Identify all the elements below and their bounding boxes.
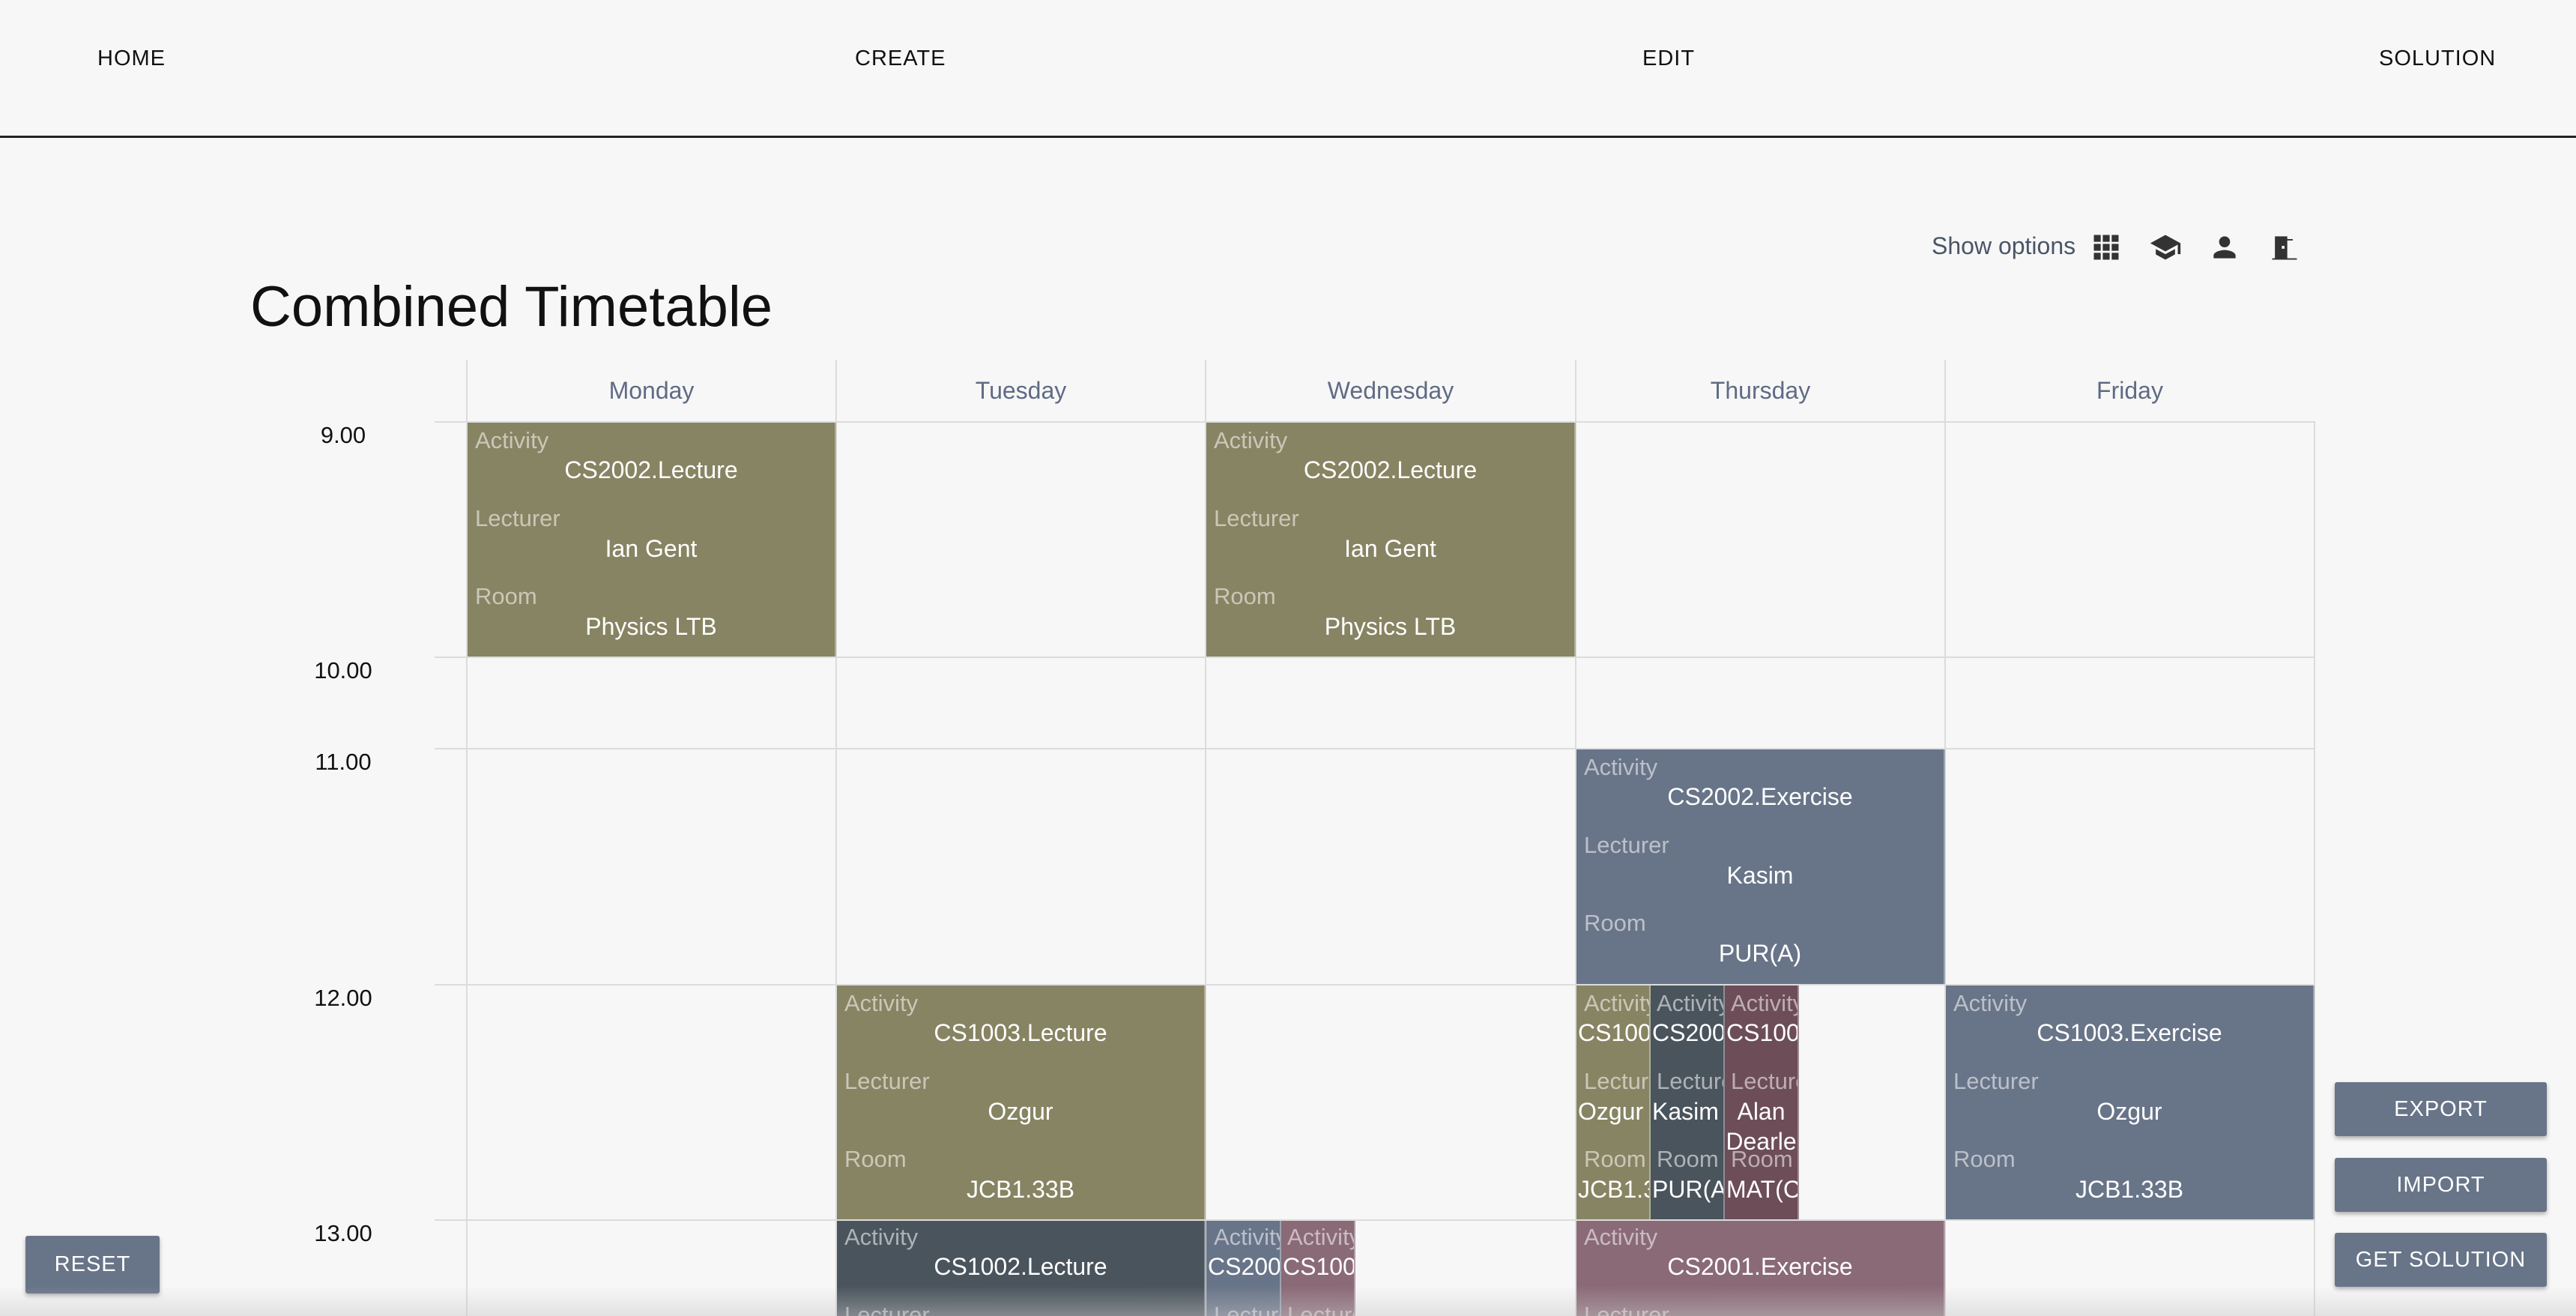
lecturer-label: Lecturer (1953, 1068, 2039, 1094)
activity-value: CS1003.Lecture (934, 1019, 1107, 1046)
page-title: Combined Timetable (250, 275, 773, 339)
room-value: PUR(A (1652, 1176, 1725, 1203)
graduation-cap-icon[interactable] (2149, 231, 2182, 264)
grid-line (435, 748, 2315, 749)
room-value: JCB1.33B (2075, 1176, 2184, 1203)
activity-label: Activity (844, 1224, 919, 1250)
room-label: Room (1657, 1146, 1719, 1172)
lecturer-label: Lecturer (475, 505, 560, 531)
event-card[interactable]: Activity CS100 Lecturer Alan Dearle Room… (1725, 986, 1799, 1219)
event-card[interactable]: Activity CS1003.Exercise Lecturer Ozgur … (1946, 986, 2315, 1219)
lecturer-label: Lecturer (1584, 1068, 1649, 1094)
activity-value: CS2001.Exercise (1667, 1253, 1853, 1280)
room-label: Room (1731, 1146, 1793, 1172)
activity-label: Activity (1287, 1224, 1355, 1250)
activity-label: Activity (1584, 990, 1651, 1016)
activity-label: Activity (1657, 990, 1725, 1016)
event-card[interactable]: Activity CS100 Lecturer Ozgur Room JCB1.… (1576, 986, 1651, 1219)
room-label: Room (475, 583, 537, 609)
day-header-thursday: Thursday (1710, 377, 1811, 404)
activity-label: Activity (1584, 1224, 1658, 1250)
day-header-tuesday: Tuesday (975, 377, 1067, 404)
event-card[interactable]: Activity CS2002.Exercise Lecturer Kasim … (1576, 749, 1945, 984)
room-label: Room (1953, 1146, 2016, 1172)
lecturer-value: Ian Gent (1344, 535, 1436, 562)
lecturer-label: Lecturer (1214, 505, 1299, 531)
lecturer-value: Ozgur (2096, 1098, 2162, 1125)
activity-label: Activity (844, 990, 919, 1016)
room-label: Room (1584, 910, 1646, 936)
activity-label: Activity (475, 427, 549, 453)
time-label-12: 12.00 (314, 985, 372, 1011)
activity-value: CS200 (1208, 1253, 1281, 1280)
activity-value: CS100 (1726, 1019, 1799, 1046)
lecturer-label: Lecturer (1584, 832, 1669, 858)
lecturer-label: Lecturer (844, 1068, 930, 1094)
activity-value: CS1002.Lecture (934, 1253, 1107, 1280)
get-solution-button[interactable]: GET SOLUTION (2335, 1233, 2547, 1287)
lecturer-label: Lecturer (1657, 1068, 1723, 1094)
import-button[interactable]: IMPORT (2335, 1158, 2547, 1212)
grid-icon[interactable] (2090, 231, 2123, 264)
nav-create-link[interactable]: CREATE (855, 46, 946, 71)
time-label-9: 9.00 (320, 422, 366, 448)
event-card[interactable]: Activity CS2002.Lecture Lecturer Ian Gen… (1206, 423, 1576, 657)
room-label: Room (1584, 1146, 1646, 1172)
reset-button[interactable]: RESET (25, 1236, 160, 1294)
grid-line (435, 657, 2315, 658)
time-label-10: 10.00 (314, 657, 372, 683)
lecturer-value: Ozgur (988, 1098, 1053, 1125)
nav-solution-link[interactable]: SOLUTION (2379, 46, 2496, 71)
time-label-13: 13.00 (314, 1220, 372, 1246)
activity-label: Activity (1214, 1224, 1281, 1250)
activity-value: CS100 (1283, 1253, 1355, 1280)
room-value: Physics LTB (1324, 613, 1457, 640)
room-label: Room (844, 1146, 907, 1172)
day-header-friday: Friday (2096, 377, 2163, 404)
lecturer-label: Lecturer (1731, 1068, 1798, 1094)
event-card[interactable]: Activity CS200 Lecturer Kasim Room PUR(A (1651, 986, 1725, 1219)
scroll-fade (0, 1286, 2576, 1316)
day-header-wednesday: Wednesday (1327, 377, 1454, 404)
room-value: PUR(A) (1718, 940, 1802, 967)
activity-label: Activity (1731, 990, 1799, 1016)
grid-line (435, 1219, 2315, 1221)
day-header-monday: Monday (608, 377, 695, 404)
activity-value: CS2002.Exercise (1667, 783, 1853, 810)
lecturer-value: Kasim (1652, 1098, 1719, 1125)
time-label-11: 11.00 (315, 749, 372, 775)
activity-value: CS200 (1652, 1019, 1725, 1046)
room-value: JCB1.33B (966, 1176, 1075, 1203)
nav-home-link[interactable]: HOME (97, 46, 166, 71)
activity-label: Activity (1584, 754, 1658, 780)
room-value: JCB1.3 (1578, 1176, 1651, 1203)
top-nav: HOME CREATE EDIT SOLUTION (0, 0, 2576, 138)
room-label: Room (1214, 583, 1276, 609)
lecturer-value: Ian Gent (605, 535, 698, 562)
activity-value: CS2002.Lecture (564, 456, 738, 483)
lecturer-value: Ozgur (1578, 1098, 1644, 1125)
room-value: Physics LTB (585, 613, 717, 640)
export-button[interactable]: EXPORT (2335, 1082, 2547, 1136)
activity-value: CS2002.Lecture (1303, 456, 1478, 483)
event-card[interactable]: Activity CS1003.Lecture Lecturer Ozgur R… (837, 986, 1206, 1219)
door-icon[interactable] (2268, 231, 2301, 264)
person-icon[interactable] (2208, 231, 2241, 264)
show-options-label: Show options (1932, 232, 2076, 259)
activity-label: Activity (1214, 427, 1288, 453)
nav-edit-link[interactable]: EDIT (1642, 46, 1695, 71)
lecturer-value: Kasim (1726, 862, 1794, 889)
activity-label: Activity (1953, 990, 2028, 1016)
activity-value: CS1003.Exercise (2037, 1019, 2222, 1046)
activity-value: CS100 (1578, 1019, 1651, 1046)
event-card[interactable]: Activity CS2002.Lecture Lecturer Ian Gen… (468, 423, 836, 657)
room-value: MAT(C (1726, 1176, 1799, 1203)
